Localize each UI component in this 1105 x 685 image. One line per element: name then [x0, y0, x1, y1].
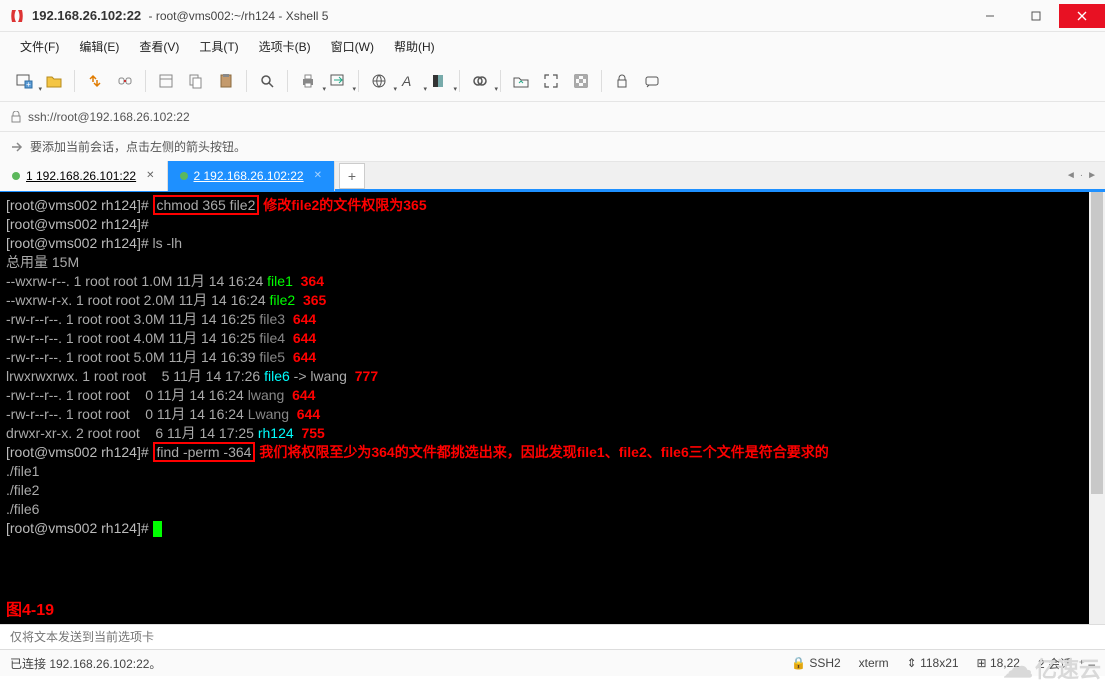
tab-close-icon[interactable]: ✕: [146, 170, 154, 181]
hint-bar: 要添加当前会话，点击左侧的箭头按钮。: [0, 132, 1105, 162]
toolbar-sep: [459, 70, 460, 92]
app-icon: [8, 7, 26, 25]
lock-icon: [10, 111, 22, 123]
toolbar: +▾ ▾ ▾ ▾ A▾ ▾ ▾: [0, 60, 1105, 102]
transparent-button[interactable]: [567, 67, 595, 95]
close-button[interactable]: [1059, 4, 1105, 28]
status-ssh: 🔒 SSH2: [791, 656, 841, 670]
tab-label: 2 192.168.26.102:22: [194, 169, 304, 183]
tab-session-2[interactable]: 2 192.168.26.102:22 ✕: [168, 161, 336, 191]
menu-tools[interactable]: 工具(T): [191, 36, 246, 57]
window-subtitle-text: root@vms002:~/rh124 - Xshell 5: [156, 9, 329, 23]
tab-add-button[interactable]: +: [339, 163, 365, 189]
xftp-button[interactable]: [507, 67, 535, 95]
menu-view[interactable]: 查看(V): [131, 36, 187, 57]
tab-prev-icon[interactable]: ◄: [1066, 170, 1076, 181]
lock-button[interactable]: [608, 67, 636, 95]
print-button[interactable]: ▾: [294, 67, 322, 95]
disconnect-button[interactable]: [111, 67, 139, 95]
status-term: xterm: [859, 656, 889, 670]
transfer-button[interactable]: ▾: [324, 67, 352, 95]
scrollbar[interactable]: [1089, 192, 1105, 624]
svg-text:+: +: [26, 80, 31, 89]
fullscreen-button[interactable]: [537, 67, 565, 95]
toolbar-sep: [287, 70, 288, 92]
svg-text:A: A: [401, 73, 411, 89]
status-ssh-text: SSH2: [809, 656, 840, 670]
watermark-text: 亿速云: [1035, 652, 1101, 684]
toolbar-sep: [601, 70, 602, 92]
window-controls: [967, 4, 1105, 28]
send-input-bar: [0, 624, 1105, 650]
status-size: ⇕ 118x21: [907, 656, 959, 670]
cloud-icon: ☁: [1003, 650, 1033, 685]
status-dot-icon: [180, 172, 188, 180]
menu-edit[interactable]: 编辑(E): [71, 36, 127, 57]
tab-close-icon[interactable]: ✕: [314, 170, 322, 181]
script-button[interactable]: ▾: [466, 67, 494, 95]
encoding-button[interactable]: ▾: [365, 67, 393, 95]
status-size-text: 118x21: [920, 656, 958, 670]
tab-next-icon[interactable]: ►: [1087, 170, 1097, 181]
find-button[interactable]: [253, 67, 281, 95]
color-scheme-button[interactable]: ▾: [425, 67, 453, 95]
toolbar-sep: [358, 70, 359, 92]
minimize-button[interactable]: [967, 4, 1013, 28]
hint-text: 要添加当前会话，点击左侧的箭头按钮。: [30, 138, 246, 155]
open-button[interactable]: [40, 67, 68, 95]
reconnect-button[interactable]: [81, 67, 109, 95]
terminal[interactable]: [root@vms002 rh124]# chmod 365 file2 修改f…: [0, 192, 1105, 624]
copy-button[interactable]: [182, 67, 210, 95]
send-input[interactable]: [0, 630, 1105, 644]
new-session-button[interactable]: +▾: [10, 67, 38, 95]
window-title: 192.168.26.102:22: [32, 8, 141, 23]
toolbar-sep: [74, 70, 75, 92]
address-bar: [0, 102, 1105, 132]
menubar: 文件(F) 编辑(E) 查看(V) 工具(T) 选项卡(B) 窗口(W) 帮助(…: [0, 32, 1105, 60]
figure-label: 图4-19: [6, 601, 54, 620]
window-subtitle: - root@vms002:~/rh124 - Xshell 5: [145, 9, 328, 23]
tab-bar: 1 192.168.26.101:22 ✕ 2 192.168.26.102:2…: [0, 162, 1105, 192]
toolbar-sep: [500, 70, 501, 92]
paste-button[interactable]: [212, 67, 240, 95]
font-button[interactable]: A▾: [395, 67, 423, 95]
address-input[interactable]: [28, 110, 1095, 124]
tab-session-1[interactable]: 1 192.168.26.101:22 ✕: [0, 161, 168, 191]
toolbar-sep: [145, 70, 146, 92]
properties-button[interactable]: [152, 67, 180, 95]
tab-navigation: ◄ · ►: [1066, 170, 1105, 181]
titlebar: 192.168.26.102:22 - root@vms002:~/rh124 …: [0, 0, 1105, 32]
toolbar-sep: [246, 70, 247, 92]
terminal-content: [root@vms002 rh124]# chmod 365 file2 修改f…: [6, 196, 1099, 538]
watermark: ☁亿速云: [1003, 650, 1101, 685]
menu-tab[interactable]: 选项卡(B): [251, 36, 319, 57]
tab-label: 1 192.168.26.101:22: [26, 169, 136, 183]
maximize-button[interactable]: [1013, 4, 1059, 28]
compose-button[interactable]: [638, 67, 666, 95]
menu-window[interactable]: 窗口(W): [323, 36, 382, 57]
menu-help[interactable]: 帮助(H): [386, 36, 443, 57]
status-bar: 已连接 192.168.26.102:22。 🔒 SSH2 xterm ⇕ 11…: [0, 650, 1105, 676]
status-connection: 已连接 192.168.26.102:22。: [10, 655, 161, 672]
scrollbar-thumb[interactable]: [1091, 192, 1103, 494]
tab-sep: ·: [1080, 170, 1083, 181]
menu-file[interactable]: 文件(F): [12, 36, 67, 57]
status-dot-icon: [12, 172, 20, 180]
arrow-add-icon[interactable]: [10, 140, 24, 154]
